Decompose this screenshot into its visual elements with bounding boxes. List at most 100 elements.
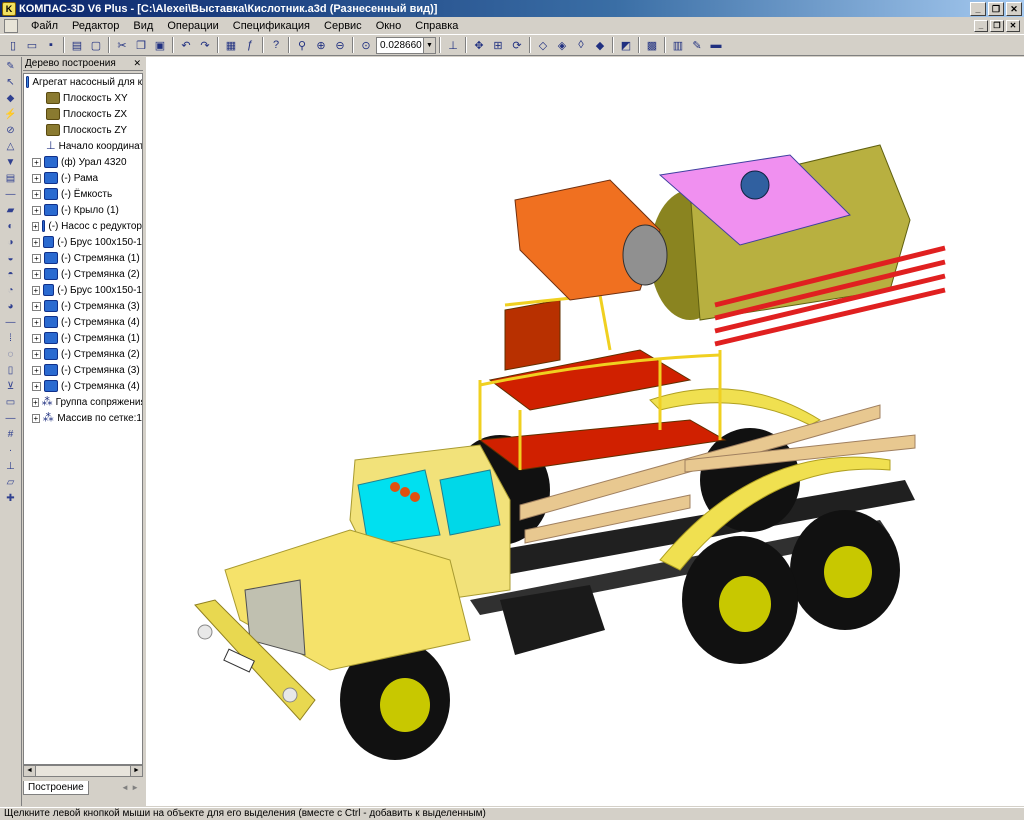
tree-item[interactable]: + (-) Стремянка (4) — [24, 314, 142, 330]
hidden-lines-icon[interactable]: ◈ — [553, 36, 571, 54]
expand-icon[interactable]: + — [32, 157, 41, 167]
preview-icon[interactable]: ▢ — [87, 36, 105, 54]
tree-item[interactable]: + (-) Стремянка (3) — [24, 298, 142, 314]
tree-item[interactable]: + (-) Насос с редуктор — [24, 218, 142, 234]
plane-icon[interactable]: ▱ — [3, 477, 19, 491]
scroll-left-icon[interactable]: ◄ — [24, 766, 36, 776]
show-all-icon[interactable]: ⊞ — [489, 36, 507, 54]
document-icon[interactable] — [4, 18, 18, 33]
expand-icon[interactable]: + — [32, 221, 39, 231]
sweep-icon[interactable]: ◑ — [3, 237, 19, 251]
tree-item[interactable]: Плоскость ZY — [24, 122, 142, 138]
tree-item[interactable]: Плоскость XY — [24, 90, 142, 106]
menu-service[interactable]: Сервис — [317, 20, 369, 32]
mirror-icon[interactable]: ⊻ — [3, 381, 19, 395]
tree-item[interactable]: Плоскость ZX — [24, 106, 142, 122]
zoom-field[interactable]: 0.028660 ▼ — [376, 36, 436, 54]
paste-icon[interactable]: ▣ — [151, 36, 169, 54]
expand-icon[interactable]: + — [32, 285, 40, 295]
tree-item[interactable]: + (-) Ёмкость — [24, 186, 142, 202]
tree-root[interactable]: Агрегат насосный для к — [24, 74, 142, 90]
close-button[interactable]: ✕ — [1006, 1, 1022, 16]
minimize-button[interactable]: _ — [970, 1, 986, 16]
doc-restore-button[interactable]: ❐ — [990, 19, 1004, 32]
tab-build[interactable]: Построение — [23, 780, 89, 795]
tree-horizontal-scrollbar[interactable]: ◄ ► — [23, 765, 143, 777]
tree-item[interactable]: + ⁂ Массив по сетке:1 — [24, 410, 142, 426]
menu-window[interactable]: Окно — [369, 20, 409, 32]
panel-icon[interactable]: ▬ — [707, 36, 725, 54]
coord-icon[interactable]: ✚ — [3, 493, 19, 507]
expand-icon[interactable]: + — [32, 189, 41, 199]
tree-item[interactable]: + (-) Стремянка (3) — [24, 362, 142, 378]
cut-icon[interactable]: ✂ — [113, 36, 131, 54]
tree-item[interactable]: ⊥ Начало координат — [24, 138, 142, 154]
restore-button[interactable]: ❐ — [988, 1, 1004, 16]
model-viewport[interactable] — [146, 57, 1024, 806]
rib-icon[interactable]: ▯ — [3, 365, 19, 379]
truck-3d-model[interactable] — [146, 57, 1024, 806]
help-pointer-icon[interactable]: ? — [267, 36, 285, 54]
filter-icon[interactable]: ▼ — [3, 157, 19, 171]
tree-item[interactable]: + (-) Стремянка (1) — [24, 330, 142, 346]
component-icon[interactable]: ◆ — [3, 93, 19, 107]
tree-item[interactable]: + (-) Стремянка (2) — [24, 266, 142, 282]
section-icon[interactable]: ▭ — [3, 397, 19, 411]
axis-icon[interactable]: ⊥ — [3, 461, 19, 475]
point-icon[interactable]: · — [3, 445, 19, 459]
perspective-icon[interactable]: ◩ — [617, 36, 635, 54]
zoom-in-icon[interactable]: ⊕ — [312, 36, 330, 54]
zoom-out-icon[interactable]: ⊖ — [331, 36, 349, 54]
panel-close-icon[interactable]: ✕ — [133, 58, 143, 69]
tree-item[interactable]: + ⁂ Группа сопряжения — [24, 394, 142, 410]
menu-specification[interactable]: Спецификация — [226, 20, 317, 32]
expand-icon[interactable]: + — [32, 269, 41, 279]
kompas-app-icon[interactable]: K — [2, 1, 16, 16]
edit-icon[interactable]: ✎ — [688, 36, 706, 54]
manager-icon[interactable]: ▦ — [222, 36, 240, 54]
menu-operations[interactable]: Операции — [160, 20, 225, 32]
expand-icon[interactable]: + — [32, 333, 41, 343]
tree-item[interactable]: + (-) Стремянка (2) — [24, 346, 142, 362]
expand-icon[interactable]: + — [32, 381, 41, 391]
orientation-icon[interactable]: ⊥ — [444, 36, 462, 54]
grid-icon[interactable]: # — [3, 429, 19, 443]
tree-toggle-icon[interactable]: ▩ — [643, 36, 661, 54]
expand-icon[interactable]: + — [32, 301, 41, 311]
hidden-thin-icon[interactable]: ◊ — [572, 36, 590, 54]
expand-icon[interactable]: + — [32, 397, 39, 407]
zoom-window-icon[interactable]: ⚲ — [293, 36, 311, 54]
tree-item[interactable]: + (-) Стремянка (1) — [24, 250, 142, 266]
expand-icon[interactable]: + — [32, 317, 41, 327]
expand-icon[interactable]: + — [32, 365, 41, 375]
select-icon[interactable]: ↖ — [3, 77, 19, 91]
menu-help[interactable]: Справка — [408, 20, 465, 32]
undo-icon[interactable]: ↶ — [177, 36, 195, 54]
expand-icon[interactable]: + — [32, 205, 41, 215]
spec-icon[interactable]: ▤ — [3, 173, 19, 187]
expand-icon[interactable]: + — [32, 349, 41, 359]
loft-icon[interactable]: ◒ — [3, 253, 19, 267]
mate-icon[interactable]: ⚡ — [3, 109, 19, 123]
dimension-icon[interactable]: ⊘ — [3, 125, 19, 139]
doc-close-button[interactable]: ✕ — [1006, 19, 1020, 32]
tree-item[interactable]: + (-) Крыло (1) — [24, 202, 142, 218]
expand-icon[interactable]: + — [32, 253, 41, 263]
tree-item[interactable]: + (-) Брус 100х150-1 — [24, 234, 142, 250]
hole-icon[interactable]: ◌ — [3, 349, 19, 363]
fillet-icon[interactable]: ◓ — [3, 269, 19, 283]
tree-item[interactable]: + (-) Брус 100х150-1 — [24, 282, 142, 298]
tab-nav-icon[interactable]: ◄ ► — [121, 783, 143, 792]
expand-icon[interactable]: + — [32, 413, 40, 423]
shell-icon[interactable]: ◕ — [3, 301, 19, 315]
expand-icon[interactable]: + — [32, 237, 40, 247]
variables-icon[interactable]: ƒ — [241, 36, 259, 54]
print-icon[interactable]: ▤ — [68, 36, 86, 54]
rotate-icon[interactable]: ⟳ — [508, 36, 526, 54]
new-file-icon[interactable]: ▯ — [4, 36, 22, 54]
tree-item[interactable]: + (-) Рама — [24, 170, 142, 186]
open-file-icon[interactable]: ▭ — [23, 36, 41, 54]
properties-icon[interactable]: ▥ — [669, 36, 687, 54]
doc-minimize-button[interactable]: _ — [974, 19, 988, 32]
menu-view[interactable]: Вид — [126, 20, 160, 32]
